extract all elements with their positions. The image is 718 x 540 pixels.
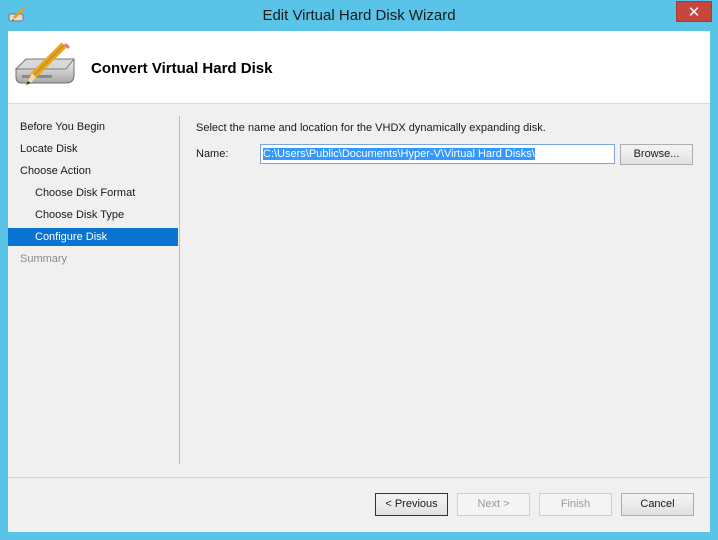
name-field[interactable]: C:\Users\Public\Documents\Hyper-V\Virtua… — [260, 144, 615, 164]
hard-disk-pencil-icon — [14, 42, 76, 85]
window-title: Edit Virtual Hard Disk Wizard — [262, 7, 456, 24]
name-label: Name: — [196, 148, 229, 160]
finish-button[interactable]: Finish — [539, 493, 612, 516]
wizard-steps-nav: Before You Begin Locate Disk Choose Acti… — [8, 105, 178, 495]
page-title: Convert Virtual Hard Disk — [91, 60, 273, 77]
previous-button[interactable]: < Previous — [375, 493, 448, 516]
cancel-button[interactable]: Cancel — [621, 493, 694, 516]
footer-divider — [8, 477, 710, 478]
name-field-value: C:\Users\Public\Documents\Hyper-V\Virtua… — [263, 148, 535, 160]
wizard-header: Convert Virtual Hard Disk — [8, 31, 710, 104]
nav-item-before-you-begin[interactable]: Before You Begin — [8, 118, 178, 136]
browse-button[interactable]: Browse... — [620, 144, 693, 165]
nav-item-summary[interactable]: Summary — [8, 250, 178, 268]
nav-item-configure-disk[interactable]: Configure Disk — [8, 228, 178, 246]
wizard-client: Convert Virtual Hard Disk Before You Beg… — [8, 31, 710, 532]
close-button[interactable]: ✕ — [676, 1, 712, 22]
wizard-window: Edit Virtual Hard Disk Wizard ✕ Convert … — [0, 0, 718, 540]
nav-item-locate-disk[interactable]: Locate Disk — [8, 140, 178, 158]
nav-item-choose-action[interactable]: Choose Action — [8, 162, 178, 180]
nav-item-choose-disk-type[interactable]: Choose Disk Type — [8, 206, 178, 224]
nav-item-choose-disk-format[interactable]: Choose Disk Format — [8, 184, 178, 202]
instruction-text: Select the name and location for the VHD… — [196, 122, 546, 134]
title-bar[interactable]: Edit Virtual Hard Disk Wizard ✕ — [0, 0, 718, 31]
next-button[interactable]: Next > — [457, 493, 530, 516]
nav-divider — [179, 116, 180, 464]
